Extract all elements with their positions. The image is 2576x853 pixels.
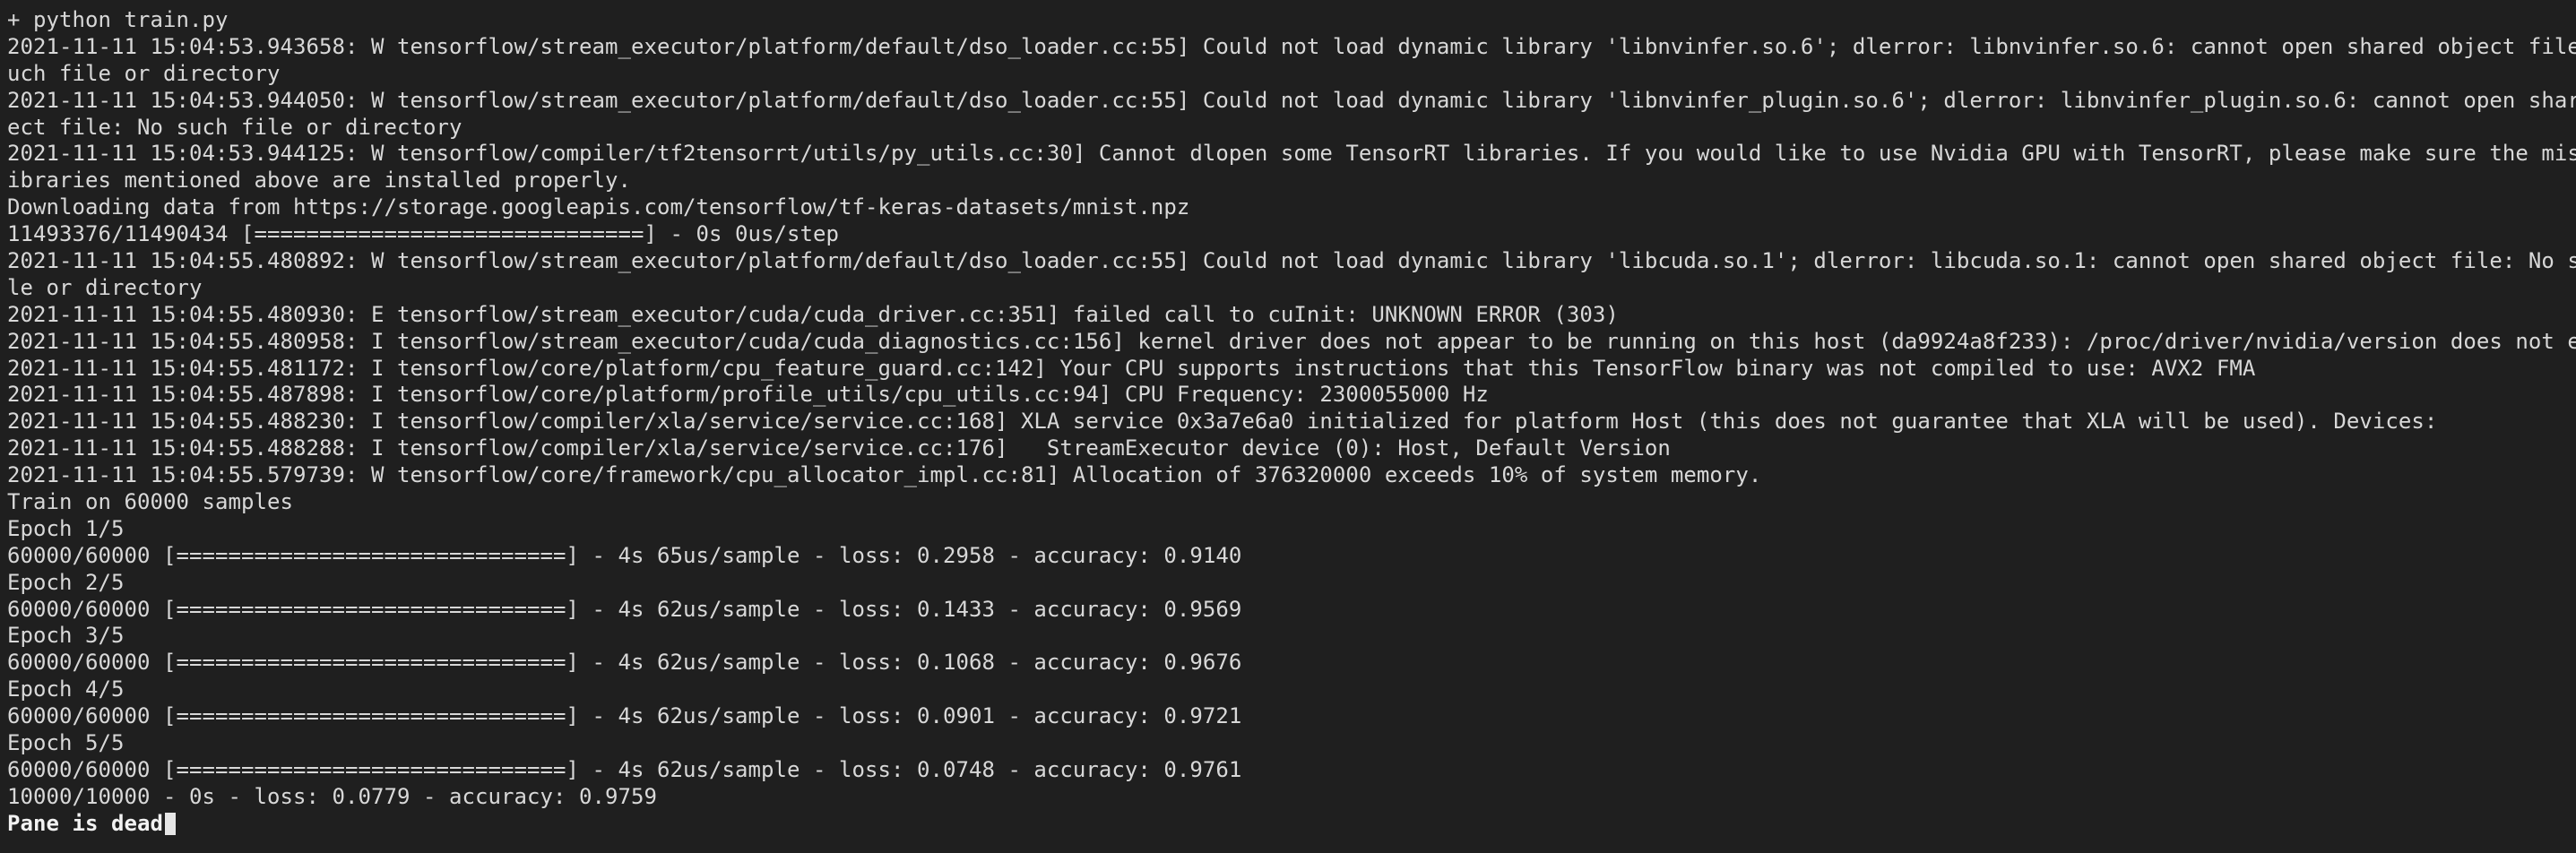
terminal-line: 2021-11-11 15:04:55.488230: I tensorflow… [7, 409, 2438, 435]
terminal-line: 2021-11-11 15:04:55.488288: I tensorflow… [7, 435, 1671, 461]
terminal-line: le or directory [7, 274, 203, 300]
terminal-line: Epoch 3/5 [7, 623, 125, 649]
terminal-line: 2021-11-11 15:04:55.579739: W tensorflow… [7, 462, 1762, 488]
terminal-line: Epoch 1/5 [7, 515, 125, 541]
terminal-line: 2021-11-11 15:04:55.481172: I tensorflow… [7, 355, 2256, 381]
terminal-line: 60000/60000 [===========================… [7, 650, 1242, 676]
terminal-line: 10000/10000 - 0s - loss: 0.0779 - accura… [7, 783, 657, 809]
terminal-line: 2021-11-11 15:04:53.944050: W tensorflow… [7, 87, 2576, 113]
terminal-line: Epoch 5/5 [7, 730, 125, 756]
terminal-line: 2021-11-11 15:04:53.944125: W tensorflow… [7, 141, 2576, 167]
terminal-pane[interactable]: + python train.py 2021-11-11 15:04:53.94… [0, 0, 2576, 853]
terminal-line: 2021-11-11 15:04:55.487898: I tensorflow… [7, 382, 1489, 408]
terminal-line: uch file or directory [7, 60, 281, 86]
terminal-line: 60000/60000 [===========================… [7, 756, 1242, 782]
terminal-line: + python train.py [7, 7, 229, 32]
pane-dead-status: Pane is dead [7, 810, 163, 836]
pane-status-line: Pane is dead [7, 811, 2576, 838]
terminal-line: Train on 60000 samples [7, 489, 293, 515]
terminal-line: ibraries mentioned above are installed p… [7, 168, 631, 194]
terminal-line: Epoch 4/5 [7, 676, 125, 702]
terminal-line: 60000/60000 [===========================… [7, 542, 1242, 568]
cursor-block [165, 812, 176, 835]
terminal-line: 2021-11-11 15:04:55.480892: W tensorflow… [7, 248, 2576, 274]
terminal-line: 2021-11-11 15:04:55.480930: E tensorflow… [7, 301, 1619, 327]
terminal-line: 2021-11-11 15:04:55.480958: I tensorflow… [7, 328, 2576, 354]
terminal-line: 60000/60000 [===========================… [7, 596, 1242, 622]
terminal-line: Epoch 2/5 [7, 569, 125, 595]
terminal-line: 60000/60000 [===========================… [7, 703, 1242, 729]
terminal-line: 11493376/11490434 [=====================… [7, 221, 839, 247]
terminal-line: Downloading data from https://storage.go… [7, 194, 1190, 220]
terminal-line: ect file: No such file or directory [7, 114, 462, 140]
terminal-line: 2021-11-11 15:04:53.943658: W tensorflow… [7, 33, 2576, 59]
